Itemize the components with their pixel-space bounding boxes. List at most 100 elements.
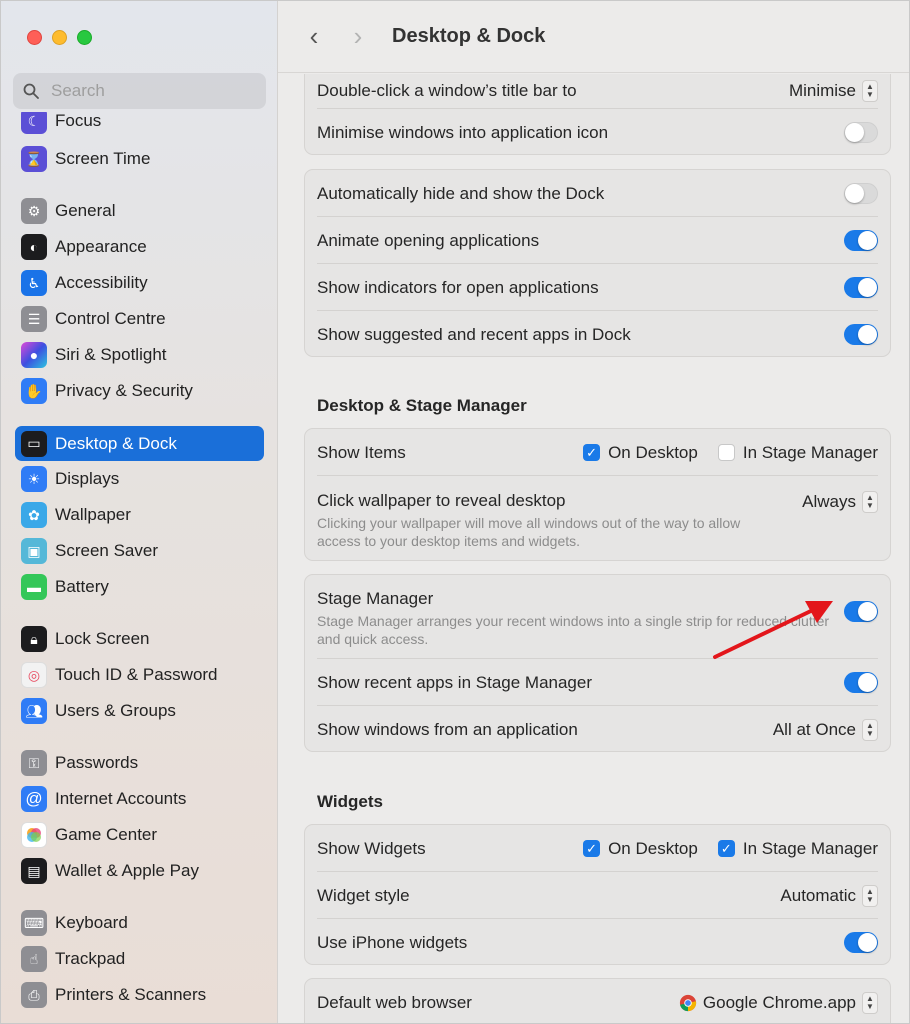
sidebar-item-label: Internet Accounts	[55, 789, 187, 808]
sidebar-item-label: Focus	[55, 111, 102, 130]
click-wallpaper-row: Click wallpaper to reveal desktop Clicki…	[317, 476, 878, 562]
toolbar: ‹ › Desktop & Dock	[278, 1, 909, 73]
show-items-row: Show Items ✓ On Desktop In Stage Manager	[317, 429, 878, 476]
recent-apps-label: Show recent apps in Stage Manager	[317, 672, 593, 692]
minimise-toggle[interactable]	[844, 122, 878, 143]
minimise-row: Minimise windows into application icon	[317, 109, 878, 156]
widget-style-popup[interactable]: Automatic ▲ ▼	[780, 884, 878, 907]
widgets-on-desktop-checkbox[interactable]: ✓ On Desktop	[583, 839, 698, 859]
autohide-row: Automatically hide and show the Dock	[317, 170, 878, 217]
windows-from-app-popup[interactable]: All at Once ▲ ▼	[773, 718, 878, 741]
moon-icon: ☾	[21, 112, 47, 134]
indicators-toggle[interactable]	[844, 277, 878, 298]
forward-button[interactable]: ›	[336, 21, 380, 52]
close-window-button[interactable]	[27, 30, 42, 45]
sidebar-item-desktop-dock[interactable]: ▭ Desktop & Dock	[15, 426, 264, 461]
sidebar-item-accessibility[interactable]: ♿ Accessibility	[15, 266, 264, 300]
indicators-row: Show indicators for open applications	[317, 264, 878, 311]
sidebar-item-label: Control Centre	[55, 309, 166, 328]
on-desktop-checkbox[interactable]: ✓ On Desktop	[583, 443, 698, 463]
widgets-in-stage-manager-checkbox[interactable]: ✓ In Stage Manager	[717, 838, 878, 859]
sidebar-item-label: Battery	[55, 577, 109, 596]
chevron-updown-icon: ▲ ▼	[862, 718, 878, 741]
sidebar-item-touch-id[interactable]: ◎ Touch ID & Password	[15, 658, 264, 692]
sidebar-item-users-groups[interactable]: 👥︎ Users & Groups	[15, 694, 264, 728]
recent-apps-toggle[interactable]	[844, 672, 878, 693]
battery-icon: ▬	[21, 574, 47, 600]
minimise-label: Minimise windows into application icon	[317, 122, 609, 142]
default-browser-popup[interactable]: Google Chrome.app ▲ ▼	[679, 991, 878, 1014]
iphone-widgets-row: Use iPhone widgets	[317, 919, 878, 966]
autohide-toggle[interactable]	[844, 183, 878, 204]
stage-manager-toggle[interactable]	[844, 601, 878, 622]
sidebar-item-keyboard[interactable]: ⌨ Keyboard	[15, 906, 264, 940]
sidebar: ☾ Focus ⌛ Screen Time ⚙ General ◐ Appear…	[1, 1, 278, 1023]
back-button[interactable]: ‹	[292, 21, 336, 52]
animate-toggle[interactable]	[844, 230, 878, 251]
double-click-value: Minimise	[788, 81, 856, 100]
suggested-toggle[interactable]	[844, 324, 878, 345]
sidebar-item-displays[interactable]: ☀ Displays	[15, 462, 264, 496]
lock-icon: 🔒︎	[21, 626, 47, 652]
fingerprint-icon: ◎	[21, 662, 47, 688]
sidebar-item-label: Wallpaper	[55, 505, 131, 524]
stage-items-group: Show Items ✓ On Desktop In Stage Manager…	[304, 428, 891, 561]
section-title-widgets: Widgets	[317, 792, 383, 811]
sidebar-item-appearance[interactable]: ◐ Appearance	[15, 230, 264, 264]
settings-content: Double-click a window’s title bar to Min…	[278, 74, 909, 1023]
chevron-updown-icon: ▲ ▼	[862, 491, 878, 513]
sidebar-item-game-center[interactable]: Game Center	[15, 818, 264, 852]
zoom-window-button[interactable]	[77, 30, 92, 45]
chevron-updown-icon: ▲ ▼	[862, 991, 878, 1014]
chevron-updown-icon: ▲ ▼	[862, 80, 878, 102]
accessibility-icon: ♿	[21, 270, 47, 296]
sidebar-item-siri-spotlight[interactable]: ● Siri & Spotlight	[15, 338, 264, 372]
click-wallpaper-popup[interactable]: Always ▲ ▼	[802, 491, 878, 513]
sidebar-item-label: Passwords	[55, 753, 139, 772]
sidebar-item-internet-accounts[interactable]: @ Internet Accounts	[15, 782, 264, 816]
windows-from-app-label: Show windows from an application	[317, 719, 578, 739]
animate-row: Animate opening applications	[317, 217, 878, 264]
iphone-widgets-label: Use iPhone widgets	[317, 932, 468, 952]
sidebar-item-privacy-security[interactable]: ✋ Privacy & Security	[15, 374, 264, 408]
minimise-window-button[interactable]	[52, 30, 67, 45]
sidebar-item-general[interactable]: ⚙ General	[15, 194, 264, 228]
sidebar-item-control-centre[interactable]: ☰ Control Centre	[15, 302, 264, 336]
search-input[interactable]	[51, 81, 241, 101]
suggested-label: Show suggested and recent apps in Dock	[317, 324, 631, 344]
sidebar-item-wallet[interactable]: ▤ Wallet & Apple Pay	[15, 854, 264, 888]
show-widgets-row: Show Widgets ✓ On Desktop ✓ In Stage Man…	[317, 825, 878, 872]
iphone-widgets-toggle[interactable]	[844, 932, 878, 953]
empty-checkbox-icon	[717, 444, 735, 461]
widget-style-label: Widget style	[317, 885, 410, 905]
sidebar-item-lock-screen[interactable]: 🔒︎ Lock Screen	[15, 622, 264, 656]
sidebar-item-wallpaper[interactable]: ✿ Wallpaper	[15, 498, 264, 532]
users-icon: 👥︎	[21, 698, 47, 724]
sidebar-item-battery[interactable]: ▬ Battery	[15, 570, 264, 604]
sidebar-item-label: Game Center	[55, 825, 158, 844]
sidebar-item-label: Wallet & Apple Pay	[55, 861, 199, 880]
default-browser-label: Default web browser	[317, 992, 472, 1012]
sidebar-item-label: Desktop & Dock	[55, 433, 177, 453]
checkbox-label: In Stage Manager	[742, 838, 878, 858]
checkbox-label: In Stage Manager	[742, 442, 878, 462]
animate-label: Animate opening applications	[317, 230, 540, 250]
indicators-label: Show indicators for open applications	[317, 277, 599, 297]
key-icon: ⚿	[21, 750, 47, 776]
search-field[interactable]	[13, 73, 266, 109]
sidebar-item-screen-time[interactable]: ⌛ Screen Time	[15, 142, 264, 176]
sidebar-item-printers[interactable]: ⎙ Printers & Scanners	[15, 978, 264, 1012]
recent-apps-row: Show recent apps in Stage Manager	[317, 659, 878, 706]
screen-saver-icon: ▣	[21, 538, 47, 564]
sidebar-item-screen-saver[interactable]: ▣ Screen Saver	[15, 534, 264, 568]
double-click-popup[interactable]: Minimise ▲ ▼	[789, 80, 878, 102]
in-stage-manager-checkbox[interactable]: In Stage Manager	[717, 442, 878, 463]
double-click-label: Double-click a window’s title bar to	[317, 81, 577, 100]
sidebar-item-trackpad[interactable]: ☝ Trackpad	[15, 942, 264, 976]
show-widgets-label: Show Widgets	[317, 838, 426, 858]
dock-icon: ▭	[21, 430, 47, 457]
sidebar-item-focus[interactable]: ☾ Focus	[15, 111, 264, 136]
sidebar-item-passwords[interactable]: ⚿ Passwords	[15, 746, 264, 780]
keyboard-icon: ⌨	[21, 910, 47, 936]
chrome-icon	[679, 994, 697, 1011]
